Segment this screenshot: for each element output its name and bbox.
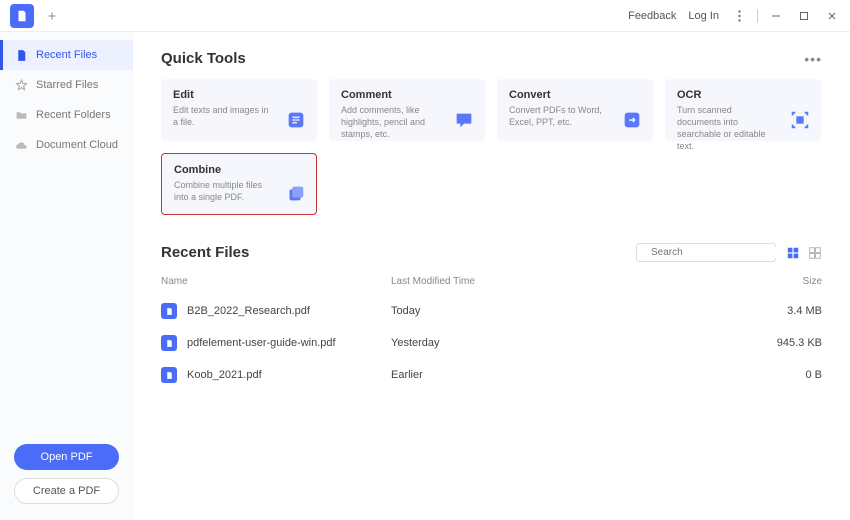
convert-icon	[621, 109, 643, 131]
pdf-file-icon	[161, 303, 177, 319]
star-icon	[14, 78, 28, 92]
col-name: Name	[161, 276, 391, 287]
more-icon[interactable]: •••	[804, 51, 822, 67]
pdf-file-icon	[161, 335, 177, 351]
feedback-link[interactable]: Feedback	[628, 10, 676, 22]
file-name: pdfelement-user-guide-win.pdf	[187, 337, 336, 349]
kebab-menu-icon[interactable]	[725, 4, 753, 28]
quick-tools-title: Quick Tools	[161, 50, 246, 67]
new-tab-button[interactable]	[40, 4, 64, 28]
tool-desc: Turn scanned documents into searchable o…	[677, 104, 777, 153]
sidebar-item-recent-folders[interactable]: Recent Folders	[0, 100, 133, 130]
table-header: Name Last Modified Time Size	[161, 272, 822, 295]
search-input[interactable]	[651, 247, 783, 258]
file-table: Name Last Modified Time Size B2B_2022_Re…	[161, 272, 822, 391]
tool-card-ocr[interactable]: OCR Turn scanned documents into searchab…	[665, 79, 821, 141]
main-content: Quick Tools ••• Edit Edit texts and imag…	[133, 32, 850, 520]
sidebar-item-recent-files[interactable]: Recent Files	[0, 40, 133, 70]
col-modified: Last Modified Time	[391, 276, 752, 287]
pdf-file-icon	[161, 367, 177, 383]
comment-icon	[453, 109, 475, 131]
combine-icon	[284, 182, 306, 204]
tool-title: Convert	[509, 89, 641, 101]
create-pdf-button[interactable]: Create a PDF	[14, 478, 119, 504]
col-size: Size	[752, 276, 822, 287]
table-row[interactable]: pdfelement-user-guide-win.pdf Yesterday …	[161, 327, 822, 359]
minimize-button[interactable]	[762, 4, 790, 28]
tool-card-combine[interactable]: Combine Combine multiple files into a si…	[161, 153, 317, 215]
file-size: 0 B	[752, 369, 822, 381]
tool-title: OCR	[677, 89, 809, 101]
tool-desc: Edit texts and images in a file.	[173, 104, 273, 128]
search-box[interactable]	[636, 243, 776, 262]
tool-grid: Edit Edit texts and images in a file. Co…	[161, 79, 822, 215]
sidebar-item-label: Recent Folders	[36, 109, 111, 121]
tool-desc: Add comments, like highlights, pencil an…	[341, 104, 441, 140]
sidebar-item-label: Document Cloud	[36, 139, 118, 151]
sidebar-item-label: Recent Files	[36, 49, 97, 61]
folder-icon	[14, 108, 28, 122]
grid-view-button[interactable]	[808, 246, 822, 260]
login-link[interactable]: Log In	[688, 10, 719, 22]
file-name: B2B_2022_Research.pdf	[187, 305, 310, 317]
open-pdf-button[interactable]: Open PDF	[14, 444, 119, 470]
divider	[757, 9, 758, 23]
close-button[interactable]	[818, 4, 846, 28]
tool-title: Combine	[174, 164, 304, 176]
file-size: 945.3 KB	[752, 337, 822, 349]
tool-desc: Combine multiple files into a single PDF…	[174, 179, 274, 203]
edit-icon	[285, 109, 307, 131]
app-logo-icon	[10, 4, 34, 28]
sidebar-item-document-cloud[interactable]: Document Cloud	[0, 130, 133, 160]
list-view-button[interactable]	[786, 246, 800, 260]
tool-card-comment[interactable]: Comment Add comments, like highlights, p…	[329, 79, 485, 141]
maximize-button[interactable]	[790, 4, 818, 28]
tool-card-convert[interactable]: Convert Convert PDFs to Word, Excel, PPT…	[497, 79, 653, 141]
file-size: 3.4 MB	[752, 305, 822, 317]
file-icon	[14, 48, 28, 62]
sidebar: Recent Files Starred Files Recent Folder…	[0, 32, 133, 520]
table-row[interactable]: Koob_2021.pdf Earlier 0 B	[161, 359, 822, 391]
file-modified: Earlier	[391, 369, 752, 381]
sidebar-item-starred-files[interactable]: Starred Files	[0, 70, 133, 100]
tool-card-edit[interactable]: Edit Edit texts and images in a file.	[161, 79, 317, 141]
titlebar: Feedback Log In	[0, 0, 850, 32]
file-modified: Today	[391, 305, 752, 317]
tool-desc: Convert PDFs to Word, Excel, PPT, etc.	[509, 104, 609, 128]
recent-files-title: Recent Files	[161, 244, 249, 261]
sidebar-item-label: Starred Files	[36, 79, 98, 91]
table-row[interactable]: B2B_2022_Research.pdf Today 3.4 MB	[161, 295, 822, 327]
ocr-icon	[789, 109, 811, 131]
tool-title: Comment	[341, 89, 473, 101]
file-name: Koob_2021.pdf	[187, 369, 262, 381]
file-modified: Yesterday	[391, 337, 752, 349]
cloud-icon	[14, 138, 28, 152]
tool-title: Edit	[173, 89, 305, 101]
